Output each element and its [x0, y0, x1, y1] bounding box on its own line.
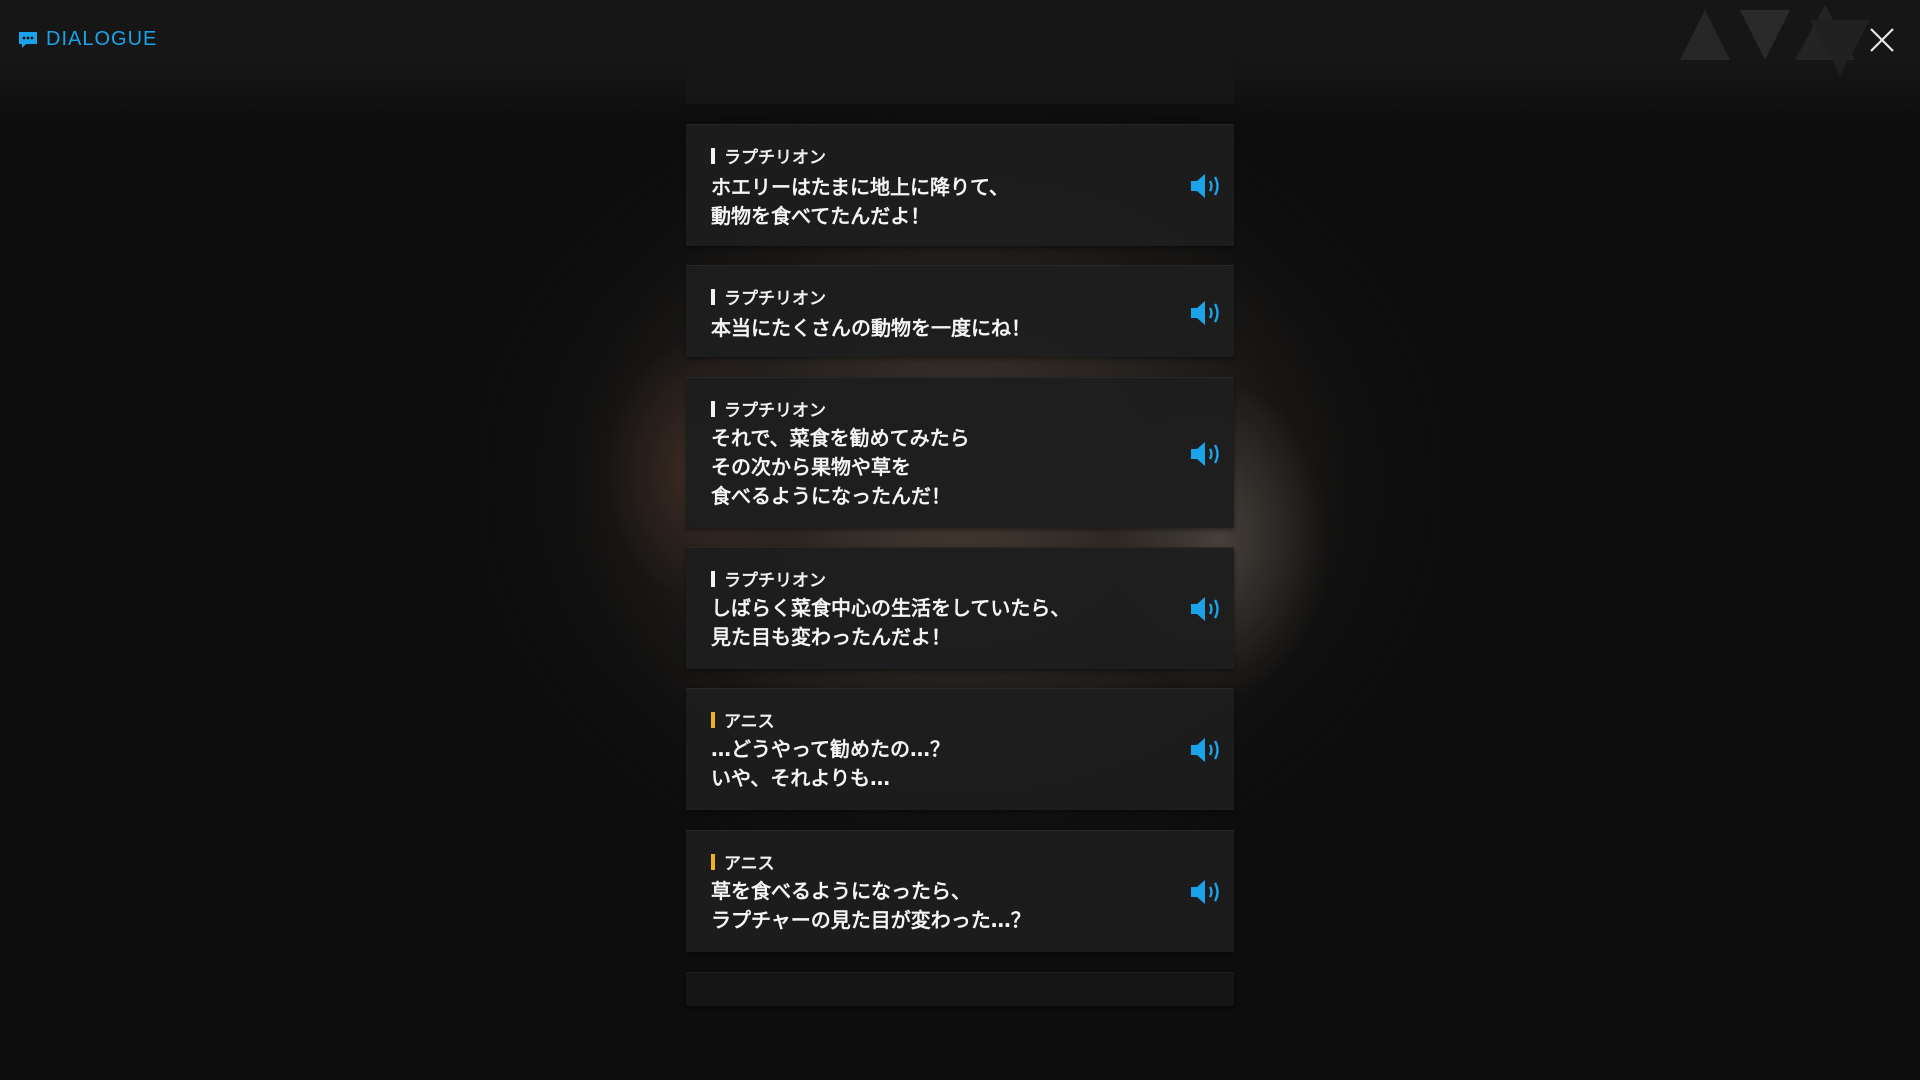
- dialogue-list[interactable]: ラプチリオン ホエリーはたまに地上に降りて、 動物を食べてたんだよ！ ラプチリオ…: [686, 0, 1234, 1080]
- dialogue-line: …どうやって勧めたの…？: [711, 737, 950, 761]
- dialogue-card: ラプチリオン 本当にたくさんの動物を一度にね！: [686, 265, 1234, 357]
- speaker-label: アニス: [711, 707, 775, 732]
- speaker-label: ラプチリオン: [711, 143, 826, 168]
- page-title: DIALOGUE: [18, 28, 157, 51]
- dialogue-card: ラプチリオン しばらく菜食中心の生活をしていたら、 見た目も変わったんだよ！: [686, 547, 1234, 669]
- speaker-name: ラプチリオン: [724, 289, 826, 309]
- speaker-volume-icon[interactable]: [1188, 298, 1224, 328]
- chat-bubble-icon: [19, 31, 37, 48]
- dialogue-card: ラプチリオン ホエリーはたまに地上に降りて、 動物を食べてたんだよ！: [686, 124, 1234, 246]
- speaker-volume-icon[interactable]: [1188, 877, 1224, 907]
- dialogue-line: ラプチャーの見た目が変わった…？: [711, 908, 1031, 932]
- speaker-bar: [711, 400, 715, 417]
- dialogue-line: その次から果物や草を: [711, 455, 911, 479]
- dialogue-line: しばらく菜食中心の生活をしていたら、: [711, 596, 1071, 620]
- speaker-volume-icon[interactable]: [1188, 171, 1224, 201]
- dialogue-line: いや、それよりも…: [711, 766, 890, 790]
- speaker-bar: [711, 853, 715, 870]
- speaker-volume-icon[interactable]: [1188, 439, 1224, 469]
- speaker-name: アニス: [724, 854, 775, 874]
- speaker-name: アニス: [724, 712, 775, 732]
- speaker-bar: [711, 570, 715, 587]
- dialogue-card: ラプチリオン それで、菜食を勧めてみたら その次から果物や草を 食べるようになっ…: [686, 377, 1234, 528]
- dialogue-line: 草を食べるようになったら、: [711, 879, 971, 903]
- close-icon[interactable]: [1866, 24, 1898, 56]
- dialogue-line: それで、菜食を勧めてみたら: [711, 426, 970, 450]
- speaker-label: ラプチリオン: [711, 396, 826, 421]
- speaker-bar: [711, 711, 715, 728]
- dialogue-line: 食べるようになったんだ！: [711, 484, 951, 508]
- dialogue-line: 本当にたくさんの動物を一度にね！: [711, 316, 1031, 340]
- speaker-volume-icon[interactable]: [1188, 594, 1224, 624]
- dialogue-line: ホエリーはたまに地上に降りて、: [711, 175, 1009, 199]
- page-title-text: DIALOGUE: [46, 28, 158, 50]
- decorative-triangles-icon: [1680, 5, 1870, 75]
- speaker-name: ラプチリオン: [724, 571, 826, 591]
- speaker-volume-icon[interactable]: [1188, 735, 1224, 765]
- header-bar: DIALOGUE: [0, 0, 1920, 120]
- speaker-bar: [711, 288, 715, 305]
- speaker-name: ラプチリオン: [724, 401, 826, 421]
- speaker-label: ラプチリオン: [711, 566, 826, 591]
- speaker-label: ラプチリオン: [711, 284, 826, 309]
- speaker-bar: [711, 147, 715, 164]
- dialogue-card: アニス …どうやって勧めたの…？ いや、それよりも…: [686, 688, 1234, 810]
- dialogue-card: アニス 草を食べるようになったら、 ラプチャーの見た目が変わった…？: [686, 830, 1234, 952]
- dialogue-line: 見た目も変わったんだよ！: [711, 625, 951, 649]
- speaker-name: ラプチリオン: [724, 148, 826, 168]
- speaker-label: アニス: [711, 849, 775, 874]
- dialogue-log-screen: DIALOGUE ラプチリオン ホエリーはたまに地上に降りて、 動物を食べてたん…: [0, 0, 1920, 1080]
- dialogue-card-partial-bottom: [686, 972, 1234, 1006]
- dialogue-line: 動物を食べてたんだよ！: [711, 204, 931, 228]
